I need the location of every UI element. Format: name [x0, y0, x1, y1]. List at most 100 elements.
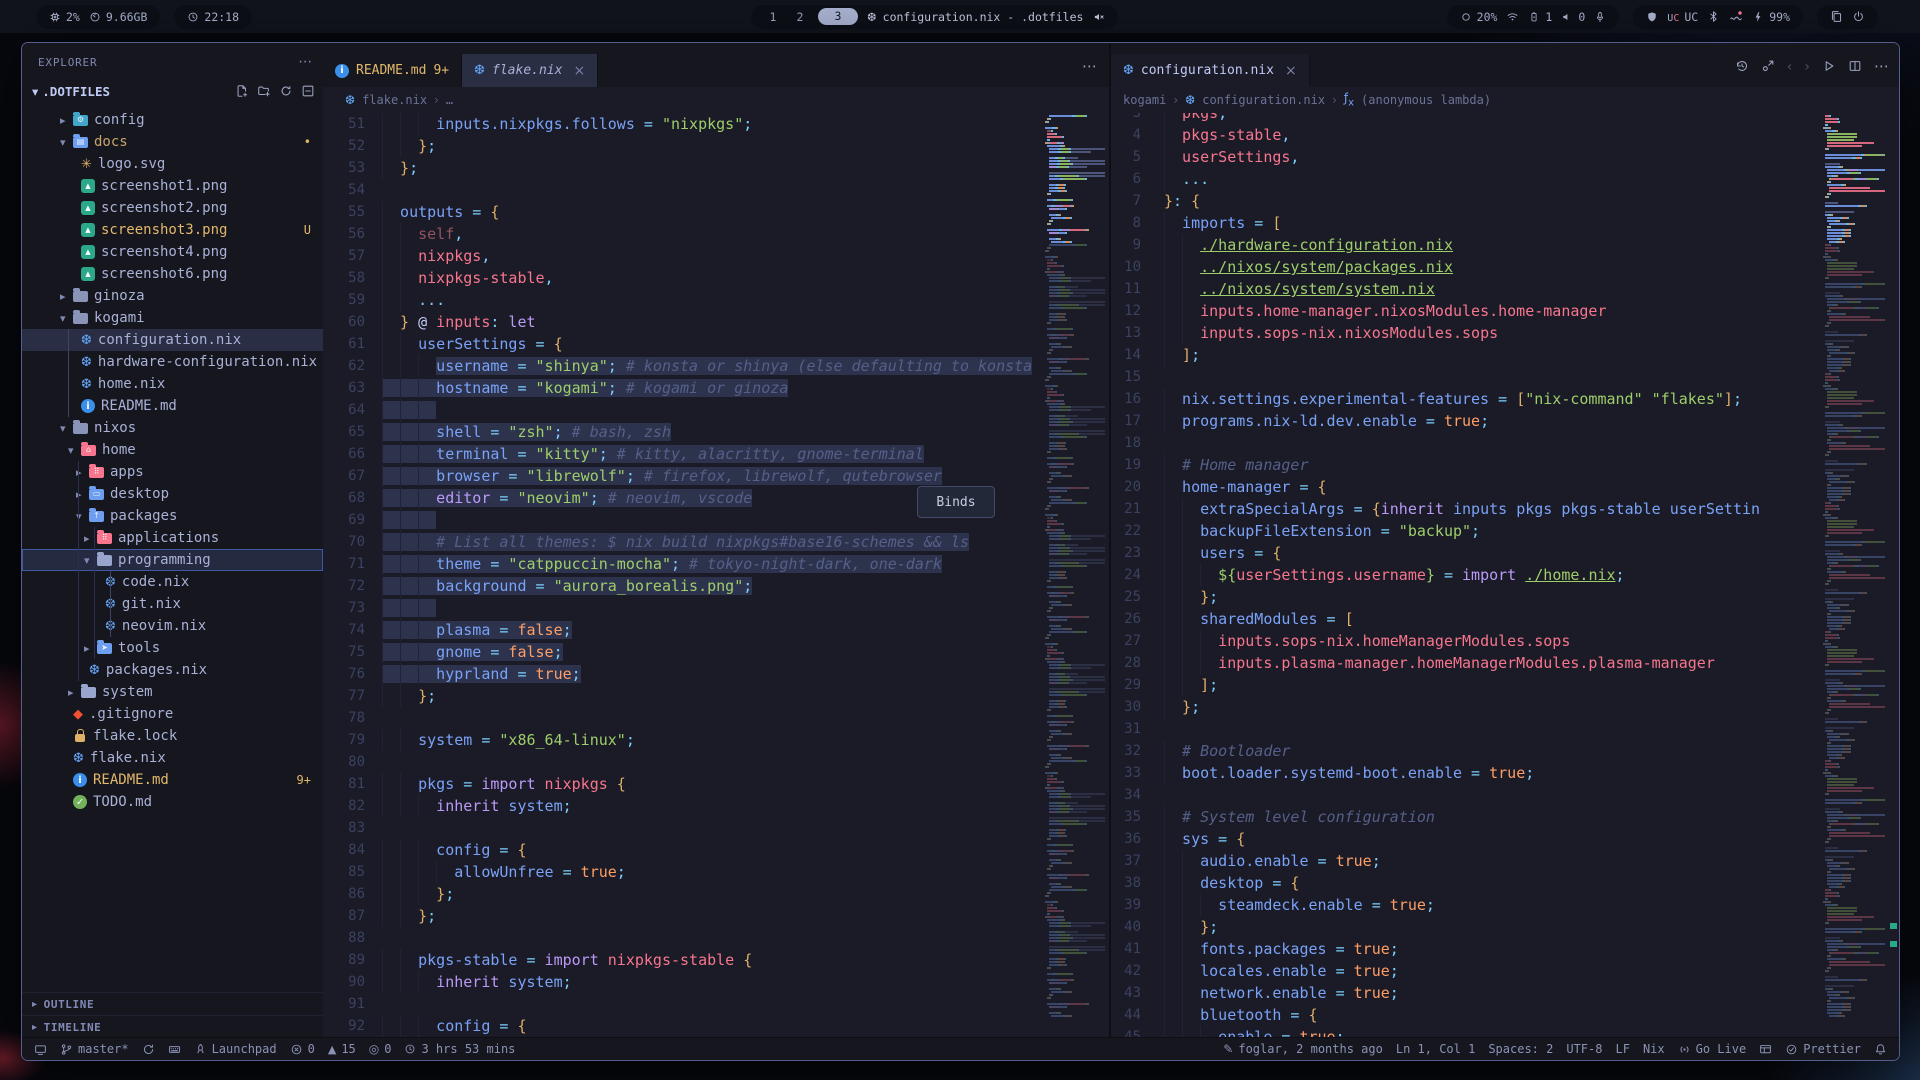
status-errors[interactable]: 0: [290, 1042, 315, 1056]
code-line[interactable]: 20home-manager = {: [1111, 476, 1899, 498]
collapse-icon[interactable]: [301, 84, 315, 98]
tree-item-flake-lock[interactable]: flake.lock: [22, 725, 323, 747]
tray-wave-item[interactable]: [1729, 10, 1743, 24]
tree-item-nixos[interactable]: ▾nixos: [22, 417, 323, 439]
tree-item-screenshot6-png[interactable]: ▲screenshot6.png: [22, 263, 323, 285]
new-folder-icon[interactable]: [257, 84, 271, 98]
tree-item-screenshot1-png[interactable]: ▲screenshot1.png: [22, 175, 323, 197]
compare-icon[interactable]: [1761, 59, 1775, 73]
code-line[interactable]: 55outputs = {: [323, 201, 1109, 223]
tree-item-docs[interactable]: ▾▤docs•: [22, 131, 323, 153]
code-line[interactable]: 51inputs.nixpkgs.follows = "nixpkgs";: [323, 113, 1109, 135]
status-language-mode[interactable]: Nix: [1643, 1042, 1665, 1056]
tree-item-desktop[interactable]: ▸▭desktop: [22, 483, 323, 505]
code-line[interactable]: 23users = {: [1111, 542, 1899, 564]
code-line[interactable]: 63hostname = "kogami"; # kogami or ginoz…: [323, 377, 1109, 399]
code-line[interactable]: 39steamdeck.enable = true;: [1111, 894, 1899, 916]
code-line[interactable]: 72background = "aurora_borealis.png";: [323, 575, 1109, 597]
power-item[interactable]: [1852, 10, 1865, 23]
panel-section-outline[interactable]: ▸OUTLINE: [22, 992, 323, 1015]
tab-configuration-nix[interactable]: ❆configuration.nix×: [1111, 54, 1310, 87]
code-line[interactable]: 61userSettings = {: [323, 333, 1109, 355]
nix-icon[interactable]: ❆: [345, 93, 355, 107]
code-line[interactable]: 91: [323, 993, 1109, 1015]
tree-item-packages[interactable]: ▾↑packages: [22, 505, 323, 527]
code-line[interactable]: 12inputs.home-manager.nixosModules.home-…: [1111, 300, 1899, 322]
code-line[interactable]: 10../nixos/system/packages.nix: [1111, 256, 1899, 278]
code-line[interactable]: 89pkgs-stable = import nixpkgs-stable {: [323, 949, 1109, 971]
chev-left-icon[interactable]: ‹: [1787, 56, 1793, 75]
vpn-shield-item[interactable]: [1646, 11, 1658, 23]
code-line[interactable]: 15: [1111, 366, 1899, 388]
editor-more-actions-icon[interactable]: ⋯: [1082, 56, 1097, 75]
tree-item-readme-md[interactable]: iREADME.md9+: [22, 769, 323, 791]
code-line[interactable]: 81pkgs = import nixpkgs {: [323, 773, 1109, 795]
code-line[interactable]: 29];: [1111, 674, 1899, 696]
code-line[interactable]: 79system = "x86_64-linux";: [323, 729, 1109, 751]
status-notifications[interactable]: [1874, 1043, 1887, 1056]
code-line[interactable]: 8imports = [: [1111, 212, 1899, 234]
tree-item-config[interactable]: ▸⚙config: [22, 109, 323, 131]
code-line[interactable]: 21extraSpecialArgs = {inherit inputs pkg…: [1111, 498, 1899, 520]
code-line[interactable]: 43network.enable = true;: [1111, 982, 1899, 1004]
code-line[interactable]: 5userSettings,: [1111, 146, 1899, 168]
clock-item[interactable]: 22:18: [187, 10, 239, 24]
history-icon[interactable]: [1735, 59, 1749, 73]
brightness-item[interactable]: 20%: [1460, 10, 1498, 24]
tree-item-flake-nix[interactable]: ❆flake.nix: [22, 747, 323, 769]
tree-item-kogami[interactable]: ▾kogami: [22, 307, 323, 329]
code-line[interactable]: 18: [1111, 432, 1899, 454]
code-line[interactable]: 28inputs.plasma-manager.homeManagerModul…: [1111, 652, 1899, 674]
status-cursor-position[interactable]: Ln 1, Col 1: [1396, 1042, 1475, 1056]
status-indentation[interactable]: Spaces: 2: [1488, 1042, 1553, 1056]
code-line[interactable]: 38desktop = {: [1111, 872, 1899, 894]
tree-item-code-nix[interactable]: ❆code.nix: [22, 571, 323, 593]
code-line[interactable]: 88: [323, 927, 1109, 949]
code-line[interactable]: 59...: [323, 289, 1109, 311]
code-line[interactable]: 35# System level configuration: [1111, 806, 1899, 828]
new-file-icon[interactable]: [235, 84, 249, 98]
code-line[interactable]: 77};: [323, 685, 1109, 707]
code-line[interactable]: 92config = {: [323, 1015, 1109, 1037]
code-line[interactable]: 60} @ inputs: let: [323, 311, 1109, 333]
code-line[interactable]: 52};: [323, 135, 1109, 157]
minimap[interactable]: [1043, 113, 1105, 1038]
tree-item-home[interactable]: ▾⌂home: [22, 439, 323, 461]
code-line[interactable]: 22backupFileExtension = "backup";: [1111, 520, 1899, 542]
code-line[interactable]: 19# Home manager: [1111, 454, 1899, 476]
code-line[interactable]: 25};: [1111, 586, 1899, 608]
hardware-pill[interactable]: 20%10: [1447, 5, 1620, 29]
code-line[interactable]: 26sharedModules = [: [1111, 608, 1899, 630]
code-line[interactable]: 7}: {: [1111, 190, 1899, 212]
status-record-count[interactable]: ◎0: [369, 1042, 392, 1056]
code-line[interactable]: 73: [323, 597, 1109, 619]
code-line[interactable]: 6...: [1111, 168, 1899, 190]
code-line[interactable]: 65shell = "zsh"; # bash, zsh: [323, 421, 1109, 443]
tray-pill[interactable]: UCUC99%: [1633, 5, 1803, 29]
code-line[interactable]: 67browser = "librewolf"; # firefox, libr…: [323, 465, 1109, 487]
code-line[interactable]: 70# List all themes: $ nix build nixpkgs…: [323, 531, 1109, 553]
status-warnings[interactable]: ▲15: [328, 1042, 356, 1056]
code-line[interactable]: 78: [323, 707, 1109, 729]
code-line[interactable]: 84config = {: [323, 839, 1109, 861]
code-line[interactable]: 62username = "shinya"; # konsta or shiny…: [323, 355, 1109, 377]
close-icon[interactable]: ×: [1285, 63, 1297, 79]
code-line[interactable]: 82inherit system;: [323, 795, 1109, 817]
minimap[interactable]: [1823, 113, 1885, 1038]
status-encoding[interactable]: UTF-8: [1566, 1042, 1602, 1056]
cpu-usage-item[interactable]: 2%: [49, 10, 80, 24]
status-launchpad[interactable]: Launchpad: [194, 1042, 277, 1056]
fx-icon[interactable]: ƒx: [1344, 91, 1354, 108]
status-git-branch[interactable]: master*: [60, 1042, 129, 1056]
code-line[interactable]: 87};: [323, 905, 1109, 927]
code-line[interactable]: 53};: [323, 157, 1109, 179]
tree-item--gitignore[interactable]: ◆.gitignore: [22, 703, 323, 725]
tree-item-screenshot3-png[interactable]: ▲screenshot3.pngU: [22, 219, 323, 241]
code-editor-configuration-nix[interactable]: 3pkgs,4pkgs-stable,5userSettings,6...7}:…: [1111, 113, 1899, 1038]
code-line[interactable]: 14];: [1111, 344, 1899, 366]
code-line[interactable]: 9./hardware-configuration.nix: [1111, 234, 1899, 256]
tree-item-ginoza[interactable]: ▸ginoza: [22, 285, 323, 307]
code-line[interactable]: 13inputs.sops-nix.nixosModules.sops: [1111, 322, 1899, 344]
tab-flake-nix[interactable]: ❆flake.nix×: [462, 54, 598, 87]
breadcrumb-item[interactable]: …: [446, 93, 453, 107]
